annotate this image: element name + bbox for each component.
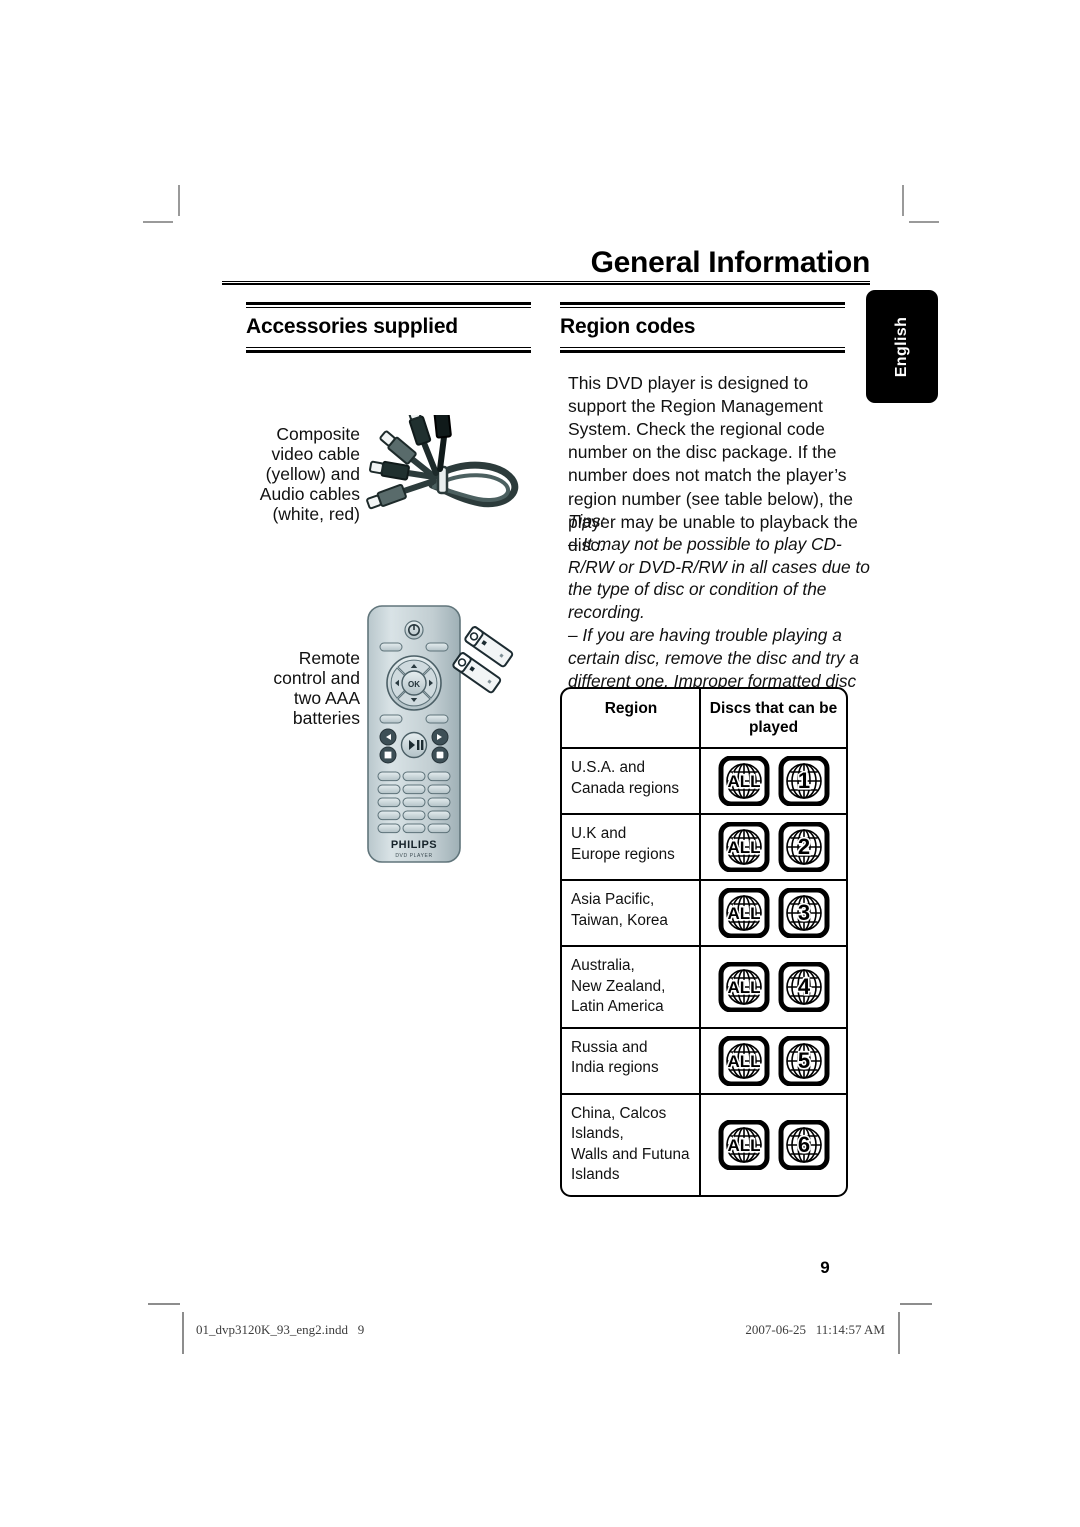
svg-text:5: 5 [797,1048,809,1073]
svg-text:ALL: ALL [727,838,760,857]
table-row: Russia and India regions ALL 5 [562,1028,846,1095]
heading-rule-bottom [246,347,531,353]
crop-mark-top-right-horizontal [909,221,939,223]
region-codes-table: Region Discs that can be played U.S.A. a… [560,687,848,1197]
cell-playable-discs: ALL 6 [701,1095,846,1195]
svg-text:4: 4 [797,974,810,999]
table-row: China, Calcos Islands, Walls and Futuna … [562,1094,846,1195]
section-heading-accessories: Accessories supplied [246,315,458,338]
column-header-discs: Discs that can be played [709,700,838,736]
cell-playable-discs: ALL 2 [701,815,846,879]
svg-text:OK: OK [408,680,420,689]
page-title: General Information [590,246,871,279]
region-badge-all: ALL [718,961,770,1012]
language-tab-label: English [893,316,910,377]
page-number: 9 [820,1258,830,1277]
tip-item: – It may not be possible to play CD-R/RW… [568,533,870,623]
crop-mark-top-right-vertical [902,185,904,216]
cell-playable-discs: ALL 5 [701,1029,846,1093]
composite-av-cable-icon [366,397,519,510]
region-globe-icon: ALL [718,1119,769,1170]
region-badge-4: 4 [778,961,830,1012]
region-badge-all: ALL [718,756,770,806]
svg-text:DVD PLAYER: DVD PLAYER [395,853,432,859]
region-badge-1: 1 [778,756,830,806]
aaa-batteries-icon [452,626,514,694]
cell-region-name: Asia Pacific, Taiwan, Korea [562,881,701,945]
svg-text:6: 6 [797,1132,809,1157]
cell-playable-discs: ALL 1 [701,749,846,813]
table-header-row: Region Discs that can be played [562,689,846,749]
region-badge-6: 6 [778,1119,830,1170]
region-globe-icon: 1 [778,756,829,806]
region-globe-icon: 4 [778,961,829,1012]
region-badge-3: 3 [778,888,830,938]
section-heading-region-codes: Region codes [560,315,696,338]
region-globe-icon: ALL [718,888,769,938]
region-globe-icon: 3 [778,888,829,938]
region-badge-2: 2 [778,822,830,872]
cell-region-name: Australia, New Zealand, Latin America [562,947,701,1027]
svg-text:ALL: ALL [727,772,760,791]
svg-text:3: 3 [797,900,809,925]
cell-playable-discs: ALL 4 [701,947,846,1027]
composite-av-cable-figure [362,397,527,525]
svg-text:ALL: ALL [727,978,760,997]
tips-block: Tips: – It may not be possible to play C… [568,510,873,715]
table-row: Asia Pacific, Taiwan, Korea ALL 3 [562,881,846,947]
region-globe-icon: 5 [778,1035,829,1086]
crop-mark-top-left-vertical [178,185,180,216]
footer-bar-right [898,1312,900,1354]
manual-page: General Information English Accessories … [0,0,1080,1527]
footer-mark-right [900,1303,932,1305]
svg-text:PHILIPS: PHILIPS [391,839,437,851]
region-badge-all: ALL [718,822,770,872]
footer-file-name: 01_dvp3120K_93_eng2.indd 9 [196,1322,365,1337]
svg-text:ALL: ALL [727,1052,760,1071]
svg-text:ALL: ALL [727,904,760,923]
section-accessories-supplied: Accessories supplied [246,302,531,353]
region-globe-icon: 2 [778,822,829,872]
tips-label: Tips: [568,511,606,531]
region-badge-all: ALL [718,1119,770,1170]
table-body: U.S.A. and Canada regions ALL 1 U.K and Eur… [562,749,846,1195]
svg-text:2: 2 [797,834,809,859]
region-globe-icon: ALL [718,1035,769,1086]
remote-control-icon: OK PHILIPS DVD PLAYER [367,605,514,863]
footer-mark-left [148,1303,180,1305]
remote-control-figure: OK PHILIPS DVD PLAYER [366,598,526,870]
cell-region-name: U.S.A. and Canada regions [562,749,701,813]
region-badge-all: ALL [718,1035,770,1086]
cell-region-name: China, Calcos Islands, Walls and Futuna … [562,1094,701,1195]
caption-remote-control: Remote control and two AAA batteries [273,648,360,728]
table-row: U.K and Europe regions ALL 2 [562,815,846,881]
region-globe-icon: 6 [778,1119,829,1170]
caption-composite-cable: Composite video cable (yellow) and Audio… [259,424,360,524]
region-badge-all: ALL [718,888,770,938]
region-globe-icon: ALL [718,822,769,872]
table-row: U.S.A. and Canada regions ALL 1 [562,749,846,815]
cell-playable-discs: ALL 3 [701,881,846,945]
footer-timestamp: 2007-06-25 11:14:57 AM [745,1322,885,1337]
svg-text:1: 1 [797,768,809,793]
region-globe-icon: ALL [718,961,769,1012]
cell-region-name: U.K and Europe regions [562,815,701,879]
heading-rule-bottom [560,347,845,353]
header-rule [222,281,870,285]
column-header-region: Region [562,689,701,747]
region-badge-5: 5 [778,1035,830,1086]
svg-text:ALL: ALL [727,1136,760,1155]
footer-bar-left [182,1312,184,1354]
region-globe-icon: ALL [718,756,769,806]
table-row: Australia, New Zealand, Latin America ALL… [562,947,846,1029]
language-tab: English [866,290,938,403]
cell-region-name: Russia and India regions [562,1028,701,1093]
crop-mark-top-left-horizontal [143,221,173,223]
section-region-codes: Region codes [560,302,845,353]
